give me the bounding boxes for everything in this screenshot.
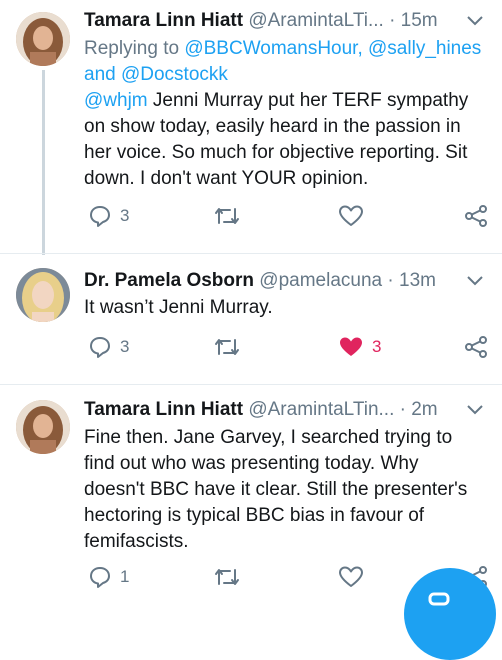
retweet-button[interactable]: [214, 203, 248, 229]
reply-button[interactable]: 3: [88, 203, 129, 229]
user-handle[interactable]: @AramintaLTi...: [248, 10, 383, 31]
retweet-button[interactable]: [214, 334, 248, 360]
thread-line: [42, 70, 45, 255]
heart-filled-icon: [340, 337, 362, 356]
reply-count: 1: [120, 567, 130, 586]
reply-icon: [90, 206, 110, 227]
reply-user-link[interactable]: @BBCWomansHour: [184, 38, 357, 59]
timestamp[interactable]: 13m: [399, 270, 436, 291]
compose-fab-button[interactable]: [404, 568, 496, 660]
heart-outline-icon: [339, 566, 363, 587]
retweet-button[interactable]: [214, 564, 248, 590]
display-name[interactable]: Tamara Linn Hiatt: [84, 10, 243, 31]
tweet-text: It wasn’t Jenni Murray.: [84, 297, 273, 318]
user-handle[interactable]: @pamelacuna: [259, 270, 382, 291]
tweet-1[interactable]: Tamara Linn Hiatt @AramintaLTi... · 15m …: [0, 0, 502, 255]
avatar[interactable]: [16, 268, 70, 322]
reply-count: 3: [120, 206, 130, 225]
reply-count: 3: [120, 337, 130, 356]
display-name[interactable]: Dr. Pamela Osborn: [84, 270, 254, 291]
like-button[interactable]: 3: [338, 334, 381, 360]
like-count: 3: [372, 337, 382, 356]
tweet-actions: 3: [84, 203, 502, 229]
avatar[interactable]: [16, 400, 70, 454]
tweet-text: @whjm Jenni Murray put her TERF sympathy…: [84, 88, 484, 192]
reply-user-link[interactable]: @sally_hines: [368, 38, 481, 59]
replying-to: Replying to @BBCWomansHour, @sally_hines…: [84, 36, 484, 88]
separator-dot: ·: [399, 399, 406, 420]
chevron-down-icon[interactable]: [466, 15, 484, 27]
reply-user-link[interactable]: @Docstockk: [121, 64, 228, 85]
compose-icon: [428, 592, 450, 606]
retweet-icon: [215, 339, 239, 355]
retweet-icon: [215, 569, 239, 585]
tweet-header: Dr. Pamela Osborn @pamelacuna · 13m: [84, 268, 478, 294]
timestamp[interactable]: 15m: [401, 10, 438, 31]
tweet-actions: 3 3: [84, 334, 502, 360]
tweet-header: Tamara Linn Hiatt @AramintaLTi... · 15m: [84, 8, 478, 34]
share-button[interactable]: [464, 334, 488, 360]
chevron-down-icon[interactable]: [466, 275, 484, 287]
chevron-down-icon[interactable]: [466, 404, 484, 416]
reply-button[interactable]: 1: [88, 564, 129, 590]
share-button[interactable]: [464, 203, 488, 229]
display-name[interactable]: Tamara Linn Hiatt: [84, 399, 243, 420]
timestamp[interactable]: 2m: [411, 399, 437, 420]
share-icon: [465, 336, 487, 358]
reply-icon: [90, 337, 110, 358]
share-icon: [465, 205, 487, 227]
tweet-2[interactable]: Dr. Pamela Osborn @pamelacuna · 13m It w…: [0, 254, 502, 384]
separator-dot: ·: [389, 10, 396, 31]
reply-comma: ,: [357, 38, 363, 59]
mention-link[interactable]: @whjm: [84, 90, 148, 111]
reply-icon: [90, 567, 110, 588]
tweet-text: Fine then. Jane Garvey, I searched tryin…: [84, 427, 468, 552]
heart-outline-icon: [339, 205, 363, 226]
user-handle[interactable]: @AramintaLTin...: [248, 399, 394, 420]
like-button[interactable]: [338, 564, 372, 590]
reply-button[interactable]: 3: [88, 334, 129, 360]
avatar[interactable]: [16, 12, 70, 66]
reply-and: and: [84, 64, 116, 85]
replying-to-label: Replying to: [84, 38, 180, 59]
like-button[interactable]: [338, 203, 372, 229]
retweet-icon: [215, 208, 239, 224]
separator-dot: ·: [387, 270, 394, 291]
tweet-header: Tamara Linn Hiatt @AramintaLTin... · 2m: [84, 397, 478, 423]
